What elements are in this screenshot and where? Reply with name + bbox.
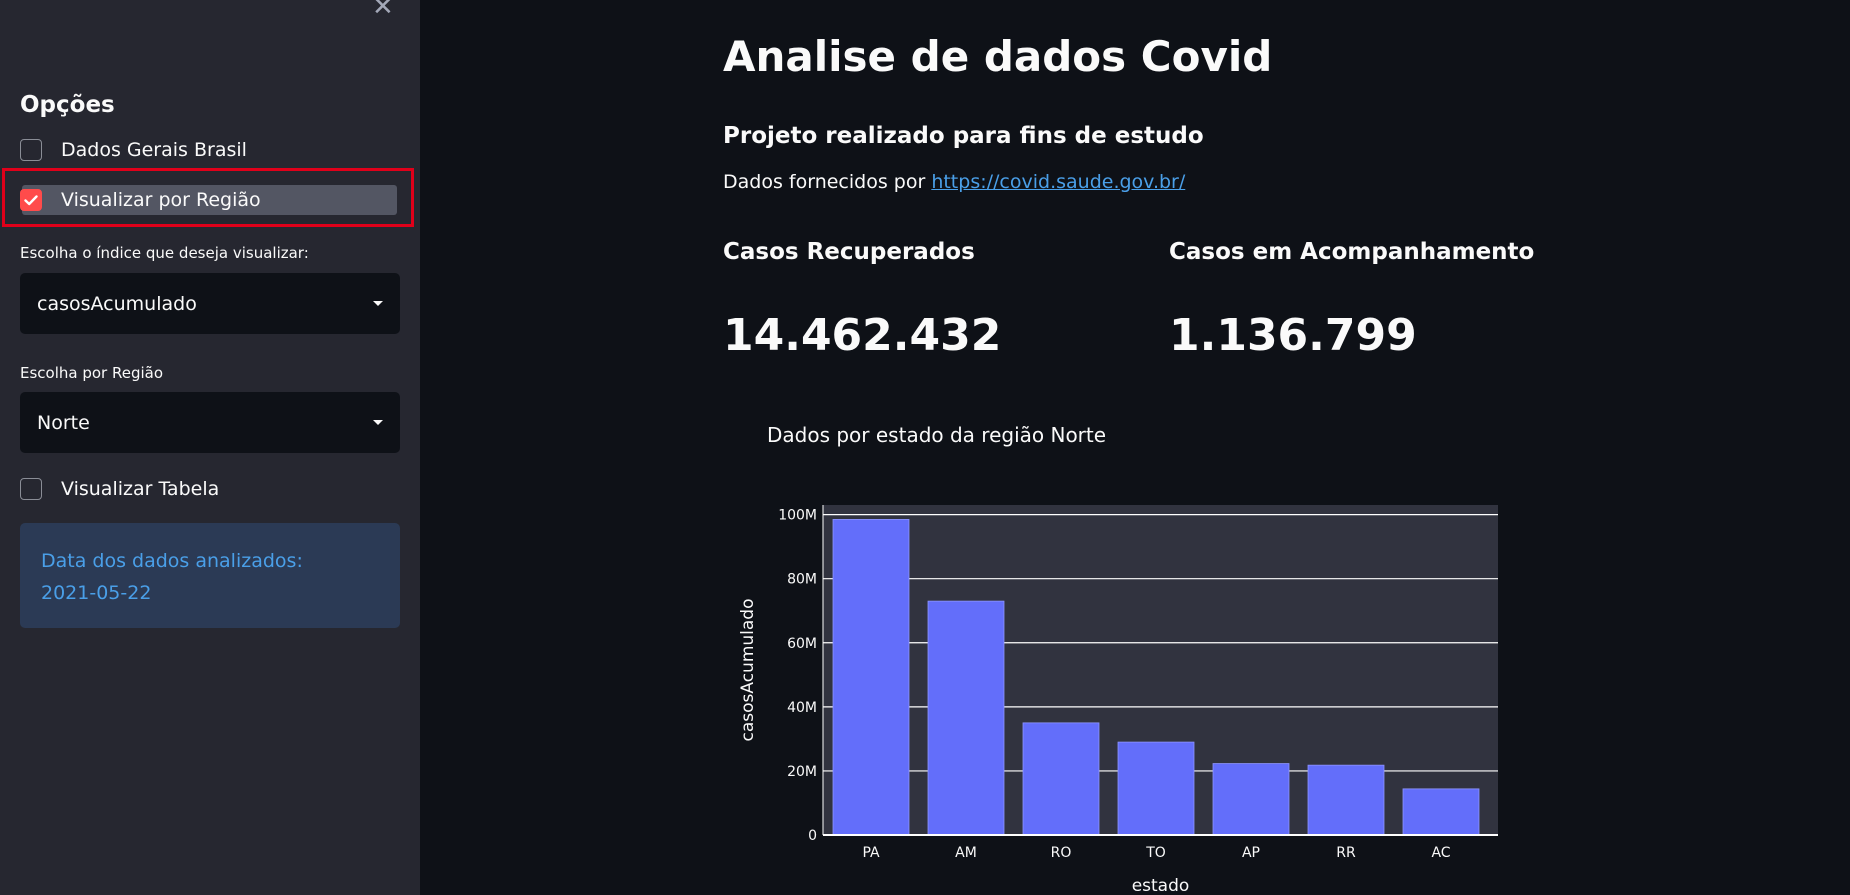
page-subtitle: Projeto realizado para fins de estudo [723,123,1204,149]
checkbox-box[interactable] [20,139,42,161]
checkbox-dados-gerais[interactable]: Dados Gerais Brasil [20,135,247,165]
source-line: Dados fornecidos por https://covid.saude… [723,171,1185,193]
info-label: Data dos dados analizados: [41,550,303,572]
metric-label-acompanhamento: Casos em Acompanhamento [1169,239,1535,265]
chevron-down-icon [373,301,383,306]
x-tick-label: AM [955,845,977,861]
x-tick-label: PA [862,845,880,861]
metric-value-recuperados: 14.462.432 [723,310,1002,361]
bar-ac [1402,788,1480,836]
x-axis-label: estado [1132,876,1190,895]
select-value: Norte [37,411,90,434]
y-tick-label: 80M [787,572,817,588]
x-tick-label: RR [1336,845,1356,861]
y-axis-label: casosAcumulado [738,599,758,742]
chevron-down-icon [373,420,383,425]
bar-am [927,600,1005,836]
chart-title: Dados por estado da região Norte [767,423,1107,447]
indice-select[interactable]: casosAcumulado [20,273,400,334]
checkbox-label: Dados Gerais Brasil [61,139,247,161]
y-tick-label: 20M [787,764,817,780]
y-tick-label: 40M [787,700,817,716]
sidebar-title: Opções [20,92,115,118]
bar-chart: 0 20M 40M 60M 80M 100M PA AM RO TO AP RR AC estado cas… [738,505,1498,895]
sidebar: ✕ Opções Dados Gerais Brasil Visualizar … [0,0,420,895]
metric-label-recuperados: Casos Recuperados [723,239,975,265]
bar-to [1117,741,1195,836]
bar-pa [832,519,910,836]
close-icon[interactable]: ✕ [372,0,394,20]
source-link[interactable]: https://covid.saude.gov.br/ [931,171,1185,193]
checkbox-box-checked[interactable] [20,189,42,211]
x-tick-label: AP [1242,845,1260,861]
info-date: 2021-05-22 [41,582,152,604]
bar-ro [1022,722,1100,836]
check-icon [24,194,38,205]
checkbox-box[interactable] [20,478,42,500]
page-title: Analise de dados Covid [723,32,1273,81]
x-tick-label: AC [1431,845,1450,861]
indice-label: Escolha o índice que deseja visualizar: [20,244,309,262]
checkbox-por-regiao[interactable]: Visualizar por Região [20,185,397,215]
metric-value-acompanhamento: 1.136.799 [1169,310,1417,361]
source-prefix: Dados fornecidos por [723,171,926,193]
checkbox-label: Visualizar por Região [61,189,261,211]
info-box: Data dos dados analizados: 2021-05-22 [20,523,400,628]
bar-rr [1307,764,1385,836]
y-tick-label: 0 [808,828,817,844]
regiao-select[interactable]: Norte [20,392,400,453]
x-tick-label: RO [1051,845,1072,861]
checkbox-label: Visualizar Tabela [61,478,220,500]
bar-ap [1212,763,1290,836]
regiao-label: Escolha por Região [20,364,164,382]
y-tick-label: 60M [787,636,817,652]
y-tick-label: 100M [778,508,817,524]
x-tick-label: TO [1145,845,1166,861]
select-value: casosAcumulado [37,292,197,315]
checkbox-tabela[interactable]: Visualizar Tabela [20,474,219,504]
